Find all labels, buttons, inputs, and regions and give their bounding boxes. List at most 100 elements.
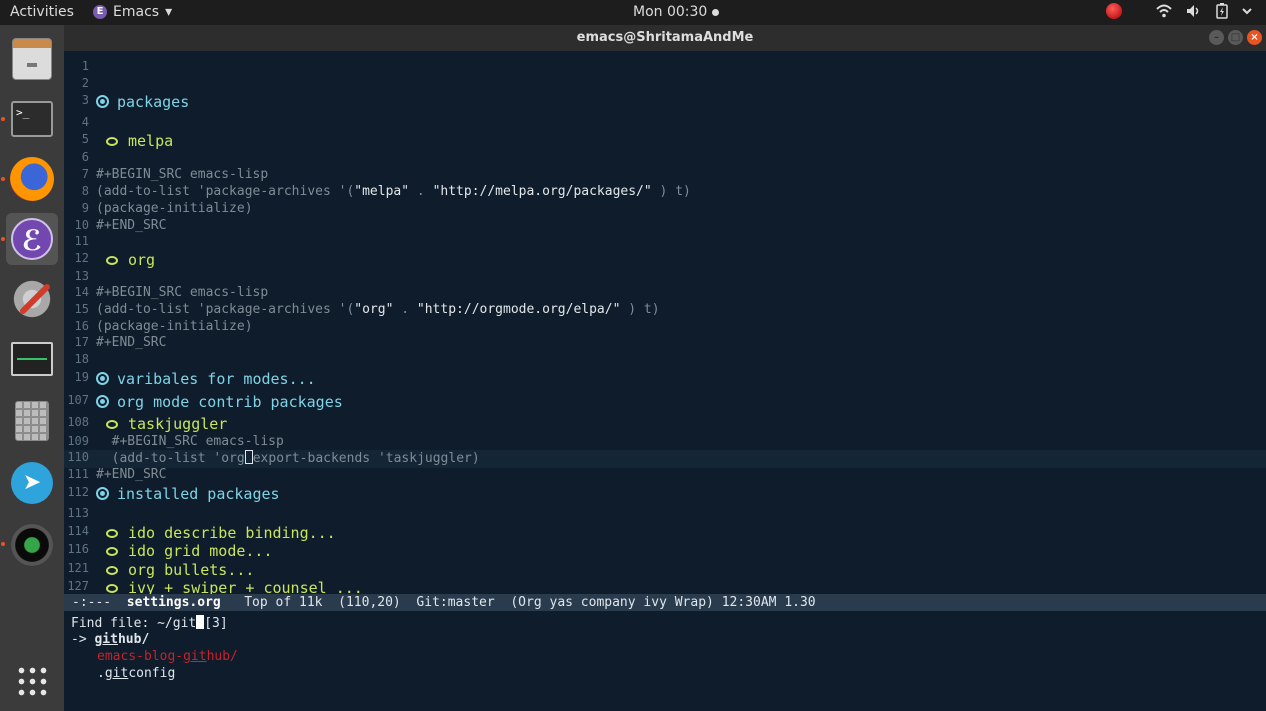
code-text: #+BEGIN_SRC emacs-lisp xyxy=(96,434,284,449)
string-literal: "http://orgmode.org/elpa/" xyxy=(416,302,621,317)
line-number: 5 xyxy=(81,132,89,146)
heading-text: ido describe binding... xyxy=(128,524,336,542)
editor-line[interactable]: 15 (add-to-list 'package-archives '("org"… xyxy=(64,302,1266,320)
editor-line[interactable]: 111 #+END_SRC xyxy=(64,467,1266,485)
menu-arrow-icon xyxy=(1242,8,1252,15)
dock-emacs[interactable]: ℰ xyxy=(6,213,58,265)
app-menu[interactable]: E Emacs ▾ xyxy=(93,4,172,20)
dock-camera[interactable] xyxy=(6,519,58,571)
emacs-icon: ℰ xyxy=(11,218,53,260)
editor-current-line[interactable]: 110 (add-to-list 'org export-backends 'ta… xyxy=(64,450,1266,468)
candidate-item[interactable]: emacs-blog-github/ xyxy=(97,649,238,666)
minimize-icon[interactable]: – xyxy=(1209,30,1224,45)
org-heading-2: org bullets... xyxy=(106,561,254,579)
minibuffer-prompt-row[interactable]: Find file: ~/git [3] xyxy=(71,615,228,632)
editor-line[interactable]: 12 org xyxy=(64,251,1266,269)
org-heading-2: ido grid mode... xyxy=(106,542,273,560)
dock-telegram[interactable]: ➤ xyxy=(6,457,58,509)
editor-line[interactable]: 9 (package-initialize) xyxy=(64,201,1266,219)
org-heading-2: melpa xyxy=(106,132,173,150)
editor-line[interactable]: 112 installed packages xyxy=(64,485,1266,503)
files-icon xyxy=(12,38,52,80)
line-number: 18 xyxy=(74,352,89,366)
editor-line[interactable]: 6 xyxy=(64,150,1266,168)
candidate-post: config xyxy=(128,666,176,681)
editor-line[interactable]: 1 xyxy=(64,59,1266,77)
minibuffer[interactable]: Find file: ~/git [3] -> github/ emacs-blo… xyxy=(64,611,1266,711)
editor-line[interactable]: 107 org mode contrib packages xyxy=(64,393,1266,411)
heading-text: installed packages xyxy=(117,485,280,503)
editor-line[interactable]: 14 #+BEGIN_SRC emacs-lisp xyxy=(64,285,1266,303)
editor-line[interactable]: 116 ido grid mode... xyxy=(64,542,1266,560)
heading-text: melpa xyxy=(128,132,174,150)
editor-line[interactable]: 114 ido describe binding... xyxy=(64,524,1266,542)
emacs-small-icon: E xyxy=(93,5,107,19)
editor-line[interactable]: 8 (add-to-list 'package-archives '("melpa… xyxy=(64,184,1266,202)
dock-files[interactable] xyxy=(6,33,58,85)
editor-line[interactable]: 108 taskjuggler xyxy=(64,415,1266,433)
editor-line[interactable]: 4 xyxy=(64,115,1266,133)
org-heading-1: packages xyxy=(96,93,189,111)
line-number: 112 xyxy=(67,485,89,499)
code-text: #+END_SRC xyxy=(96,467,167,482)
show-apps-button[interactable] xyxy=(6,655,58,707)
code-fragment: ) t) xyxy=(651,184,691,199)
org-heading-2: ido describe binding... xyxy=(106,524,336,542)
running-indicator xyxy=(1,237,5,241)
org-heading-2: org xyxy=(106,251,155,269)
editor-buffer[interactable]: 1 2 3 packages 4 5 melpa 6 7 #+BEGIN_SRC emacs-li… xyxy=(64,51,1266,597)
org-heading-1: varibales for modes... xyxy=(96,370,316,388)
close-icon[interactable]: × xyxy=(1247,30,1262,45)
code-fragment: (add-to-list 'org xyxy=(96,451,245,466)
line-number: 16 xyxy=(74,319,89,333)
activities-button[interactable]: Activities xyxy=(10,4,74,20)
code-fragment: ) t) xyxy=(620,302,660,317)
org-sub-bullet-icon xyxy=(106,137,118,146)
dock-calculator[interactable] xyxy=(6,395,58,447)
line-number: 114 xyxy=(67,524,89,538)
candidate-item[interactable]: .gitconfig xyxy=(97,666,175,683)
settings-icon xyxy=(11,278,53,320)
editor-line[interactable]: 17 #+END_SRC xyxy=(64,335,1266,353)
line-number: 116 xyxy=(67,542,89,556)
system-monitor-icon xyxy=(11,342,53,376)
candidate-count: [3] xyxy=(204,616,228,631)
terminal-icon: >_ xyxy=(11,101,53,137)
editor-line[interactable]: 2 xyxy=(64,76,1266,94)
line-number: 2 xyxy=(81,76,89,90)
string-literal: "melpa" xyxy=(354,184,410,199)
line-number: 14 xyxy=(74,285,89,299)
maximize-icon[interactable]: □ xyxy=(1228,30,1243,45)
candidate-selected[interactable]: -> github/ xyxy=(71,632,149,649)
dock-terminal[interactable]: >_ xyxy=(6,93,58,145)
notification-dot-icon xyxy=(712,8,720,16)
window-titlebar[interactable]: emacs@ShritamaAndMe – □ × xyxy=(64,25,1266,51)
org-heading-1: org mode contrib packages xyxy=(96,393,343,411)
dock-firefox[interactable] xyxy=(6,153,58,205)
code-fragment: . xyxy=(409,184,433,199)
dock-settings[interactable] xyxy=(6,273,58,325)
line-number: 108 xyxy=(67,415,89,429)
editor-line[interactable]: 113 xyxy=(64,506,1266,524)
heading-text: packages xyxy=(117,93,190,111)
editor-line[interactable]: 11 xyxy=(64,234,1266,252)
editor-line[interactable]: 3 packages xyxy=(64,93,1266,111)
line-number: 10 xyxy=(74,218,89,232)
candidate-match: git xyxy=(104,666,129,681)
code-fragment: . xyxy=(393,302,417,317)
dock-system-monitor[interactable] xyxy=(6,333,58,385)
modeline-time: 12:30AM xyxy=(721,595,777,610)
editor-line[interactable]: 121 org bullets... xyxy=(64,561,1266,579)
org-sub-bullet-icon xyxy=(106,529,118,538)
running-indicator xyxy=(1,117,5,121)
clock-button[interactable]: Mon 00:30 xyxy=(633,4,720,20)
code-text: (package-initialize) xyxy=(96,319,253,334)
editor-line[interactable]: 7 #+BEGIN_SRC emacs-lisp xyxy=(64,167,1266,185)
editor-line[interactable]: 18 xyxy=(64,352,1266,370)
code-fragment: (add-to-list 'package-archives '( xyxy=(96,302,355,317)
system-tray[interactable] xyxy=(1106,3,1252,19)
record-indicator-icon[interactable] xyxy=(1106,3,1122,19)
editor-line[interactable]: 5 melpa xyxy=(64,132,1266,150)
modeline-cursor: (110,20) xyxy=(338,595,401,610)
editor-line[interactable]: 19 varibales for modes... xyxy=(64,370,1266,388)
